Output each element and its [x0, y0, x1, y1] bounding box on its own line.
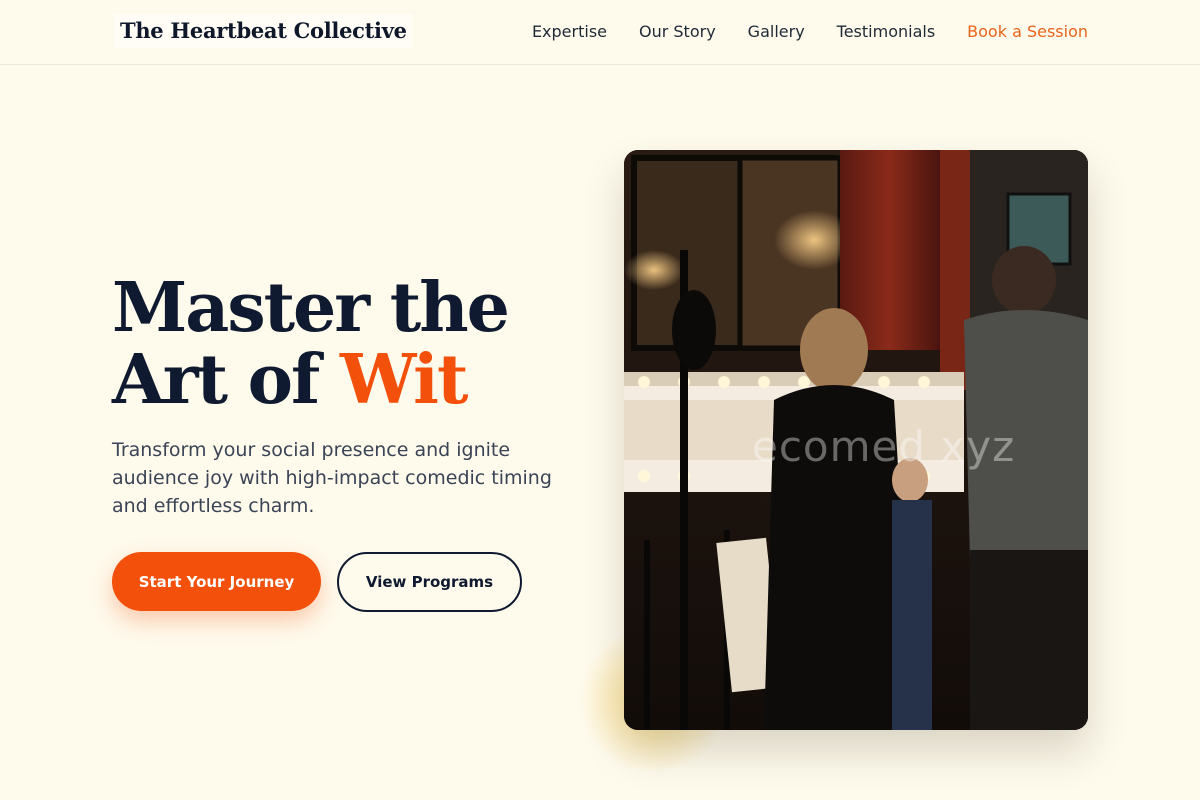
nav-link-testimonials[interactable]: Testimonials	[837, 20, 936, 44]
brand-logo[interactable]: The Heartbeat Collective	[114, 14, 413, 48]
hero-title-line2: Art of	[112, 340, 320, 420]
nav-link-expertise[interactable]: Expertise	[532, 20, 607, 44]
photo-watermark: ecomed xyz	[752, 422, 1016, 471]
hero-title-accent: Wit	[339, 340, 468, 420]
main-nav: Expertise Our Story Gallery Testimonials…	[532, 20, 1088, 44]
site-header: The Heartbeat Collective Expertise Our S…	[0, 0, 1200, 65]
hero-subtitle: Transform your social presence and ignit…	[112, 439, 552, 517]
nav-link-book-session[interactable]: Book a Session	[967, 20, 1088, 44]
hero-title: Master the Art of Wit	[112, 272, 592, 416]
hero-photo: ecomed xyz	[624, 150, 1088, 730]
nav-link-our-story[interactable]: Our Story	[639, 20, 716, 44]
nav-link-gallery[interactable]: Gallery	[748, 20, 805, 44]
start-journey-button[interactable]: Start Your Journey	[112, 552, 321, 611]
hero-title-line1: Master the	[112, 268, 510, 348]
view-programs-button[interactable]: View Programs	[337, 552, 522, 612]
